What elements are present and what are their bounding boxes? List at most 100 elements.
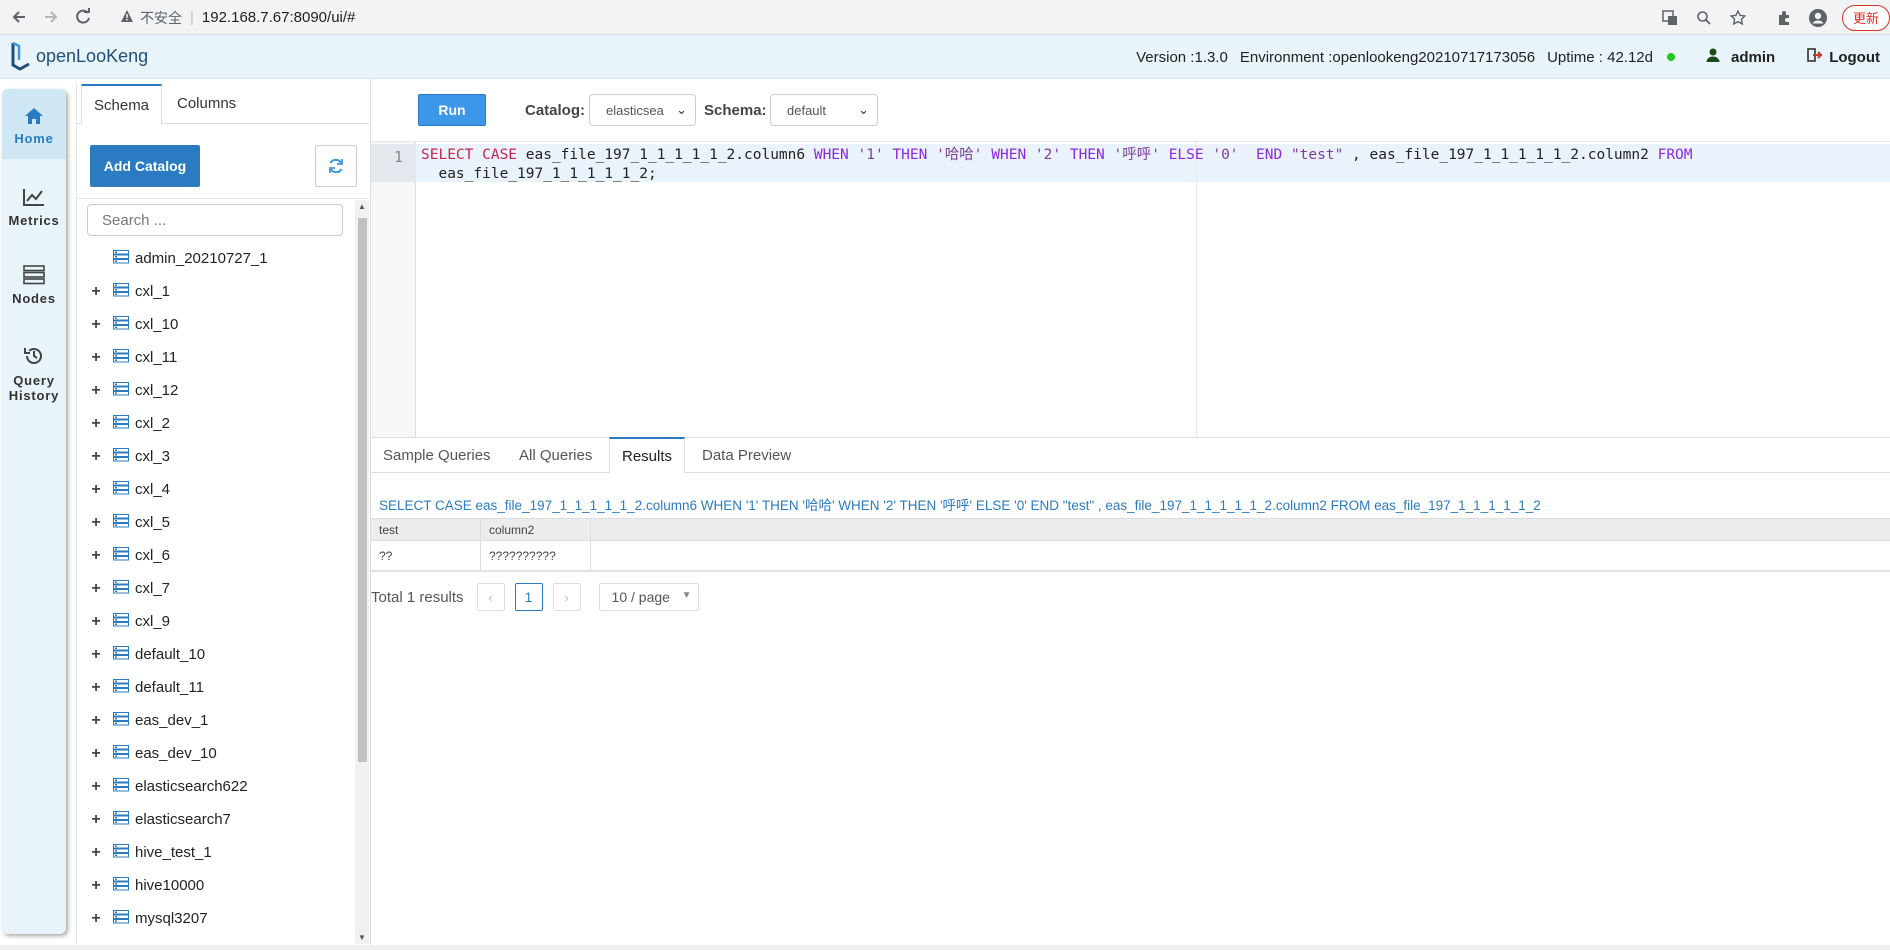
expand-icon[interactable]: + — [89, 910, 103, 928]
nav-home[interactable]: Home — [2, 89, 66, 159]
expand-icon[interactable]: + — [89, 844, 103, 862]
schema-select[interactable]: default ⌄ — [770, 94, 878, 126]
column-header[interactable]: column2 — [481, 519, 591, 540]
profile-icon[interactable] — [1804, 4, 1832, 32]
database-icon — [113, 810, 129, 829]
tree-row[interactable]: + cxl_10 — [77, 308, 353, 341]
code-token: '呼呼' — [1104, 147, 1169, 163]
expand-icon[interactable]: + — [89, 349, 103, 367]
forward-icon[interactable] — [38, 4, 64, 30]
expand-icon[interactable]: + — [89, 679, 103, 697]
tree-row[interactable]: + elasticsearch7 — [77, 803, 353, 836]
expand-icon[interactable]: + — [89, 547, 103, 565]
page-number[interactable]: 1 — [514, 583, 543, 611]
tree-row[interactable]: + elasticsearch622 — [77, 770, 353, 803]
expand-icon[interactable]: + — [89, 811, 103, 829]
tree-row[interactable]: + hive_test_1 — [77, 836, 353, 869]
total-results: Total 1 results — [371, 588, 464, 606]
url-text[interactable]: 192.168.7.67:8090/ui/# — [202, 9, 355, 26]
back-icon[interactable] — [6, 4, 32, 30]
tree-row[interactable]: + cxl_11 — [77, 341, 353, 374]
user-menu[interactable]: admin — [1705, 47, 1775, 67]
expand-icon[interactable]: + — [89, 613, 103, 631]
tree-row[interactable]: + cxl_4 — [77, 473, 353, 506]
tree-row[interactable]: + cxl_2 — [77, 407, 353, 440]
reload-icon[interactable] — [70, 4, 96, 30]
extensions-icon[interactable] — [1770, 4, 1798, 32]
expand-icon[interactable]: + — [89, 646, 103, 664]
code-text[interactable]: SELECT CASE eas_file_197_1_1_1_1_1_2.col… — [421, 146, 1881, 184]
tree-row[interactable]: + cxl_6 — [77, 539, 353, 572]
tree-row[interactable]: + eas_dev_10 — [77, 737, 353, 770]
next-page-button[interactable]: › — [552, 583, 581, 611]
expand-icon[interactable]: + — [89, 877, 103, 895]
tab-columns[interactable]: Columns — [165, 84, 248, 124]
chevron-down-icon: ⌄ — [858, 102, 869, 117]
scrollbar[interactable]: ▲ ▼ — [355, 200, 369, 944]
scroll-down-icon[interactable]: ▼ — [357, 933, 367, 942]
tree-row[interactable]: + cxl_3 — [77, 440, 353, 473]
refresh-button[interactable] — [315, 145, 357, 187]
tree-row[interactable]: + cxl_12 — [77, 374, 353, 407]
expand-icon[interactable]: + — [89, 283, 103, 301]
code-token: END — [1256, 147, 1283, 163]
expand-icon[interactable]: + — [89, 712, 103, 730]
expand-icon[interactable]: + — [89, 745, 103, 763]
code-token: '0' — [1203, 147, 1256, 163]
status-indicator — [1667, 53, 1675, 61]
bookmark-star-icon[interactable] — [1724, 4, 1752, 32]
tab-results[interactable]: Results — [609, 437, 686, 474]
tree-row[interactable]: + cxl_1 — [77, 275, 353, 308]
expand-icon[interactable]: + — [89, 580, 103, 598]
nav-metrics[interactable]: Metrics — [2, 187, 66, 228]
tree-row-label: hive_test_1 — [135, 844, 212, 861]
expand-icon[interactable]: + — [89, 316, 103, 334]
tree-row[interactable]: + default_10 — [77, 638, 353, 671]
nav-nodes-label: Nodes — [12, 291, 56, 306]
translate-icon[interactable] — [1656, 4, 1684, 32]
expand-icon[interactable]: + — [89, 778, 103, 796]
nav-nodes[interactable]: Nodes — [2, 265, 66, 306]
run-button[interactable]: Run — [418, 94, 486, 126]
scroll-up-icon[interactable]: ▲ — [357, 202, 367, 211]
tree-row[interactable]: + cxl_5 — [77, 506, 353, 539]
zoom-icon[interactable] — [1690, 4, 1718, 32]
expand-icon[interactable]: + — [89, 514, 103, 532]
server-icon — [23, 265, 45, 285]
scroll-thumb[interactable] — [358, 218, 367, 762]
prev-page-button[interactable]: ‹ — [476, 583, 505, 611]
schema-tabs: Schema Columns — [77, 84, 369, 125]
update-button[interactable]: 更新 — [1841, 4, 1890, 31]
tree-row-label: eas_dev_1 — [135, 712, 209, 729]
main-area: Run Catalog: elasticsea ⌄ Schema: defaul… — [370, 79, 1890, 950]
tree-row[interactable]: + hive10000 — [77, 869, 353, 902]
tree-row[interactable]: + default_11 — [77, 671, 353, 704]
tree-row[interactable]: + cxl_9 — [77, 605, 353, 638]
tab-all-queries[interactable]: All Queries — [507, 438, 604, 474]
tab-schema[interactable]: Schema — [81, 84, 163, 125]
tree-row[interactable]: + cxl_7 — [77, 572, 353, 605]
address-bar[interactable]: 不安全 | 192.168.7.67:8090/ui/# — [108, 4, 1768, 31]
tab-data-preview[interactable]: Data Preview — [690, 438, 803, 474]
nav-query-history[interactable]: Query History — [2, 345, 66, 403]
sql-editor[interactable]: 1 SELECT CASE eas_file_197_1_1_1_1_1_2.c… — [371, 141, 1890, 438]
tree-row[interactable]: + mysql3207 — [77, 902, 353, 935]
logout-button[interactable]: Logout — [1807, 48, 1880, 66]
environment-text: Environment :openlookeng20210717173056 — [1239, 48, 1536, 66]
expand-icon[interactable]: + — [89, 448, 103, 466]
tree-row-label: cxl_12 — [135, 382, 179, 399]
expand-icon[interactable]: + — [89, 481, 103, 499]
add-catalog-button[interactable]: Add Catalog — [90, 145, 200, 187]
tab-sample-queries[interactable]: Sample Queries — [371, 438, 503, 474]
tree-row[interactable]: + eas_dev_1 — [77, 704, 353, 737]
tree-row[interactable]: admin_20210727_1 — [77, 242, 353, 275]
tree-row-label: admin_20210727_1 — [135, 250, 268, 267]
logo[interactable]: openLooKeng — [10, 41, 148, 71]
database-icon — [113, 876, 129, 895]
catalog-select[interactable]: elasticsea ⌄ — [589, 94, 696, 126]
expand-icon[interactable]: + — [89, 382, 103, 400]
search-input[interactable] — [87, 204, 343, 236]
page-size-select[interactable]: 10 / page ▼ — [598, 583, 699, 611]
expand-icon[interactable]: + — [89, 415, 103, 433]
column-header[interactable]: test — [371, 519, 481, 540]
